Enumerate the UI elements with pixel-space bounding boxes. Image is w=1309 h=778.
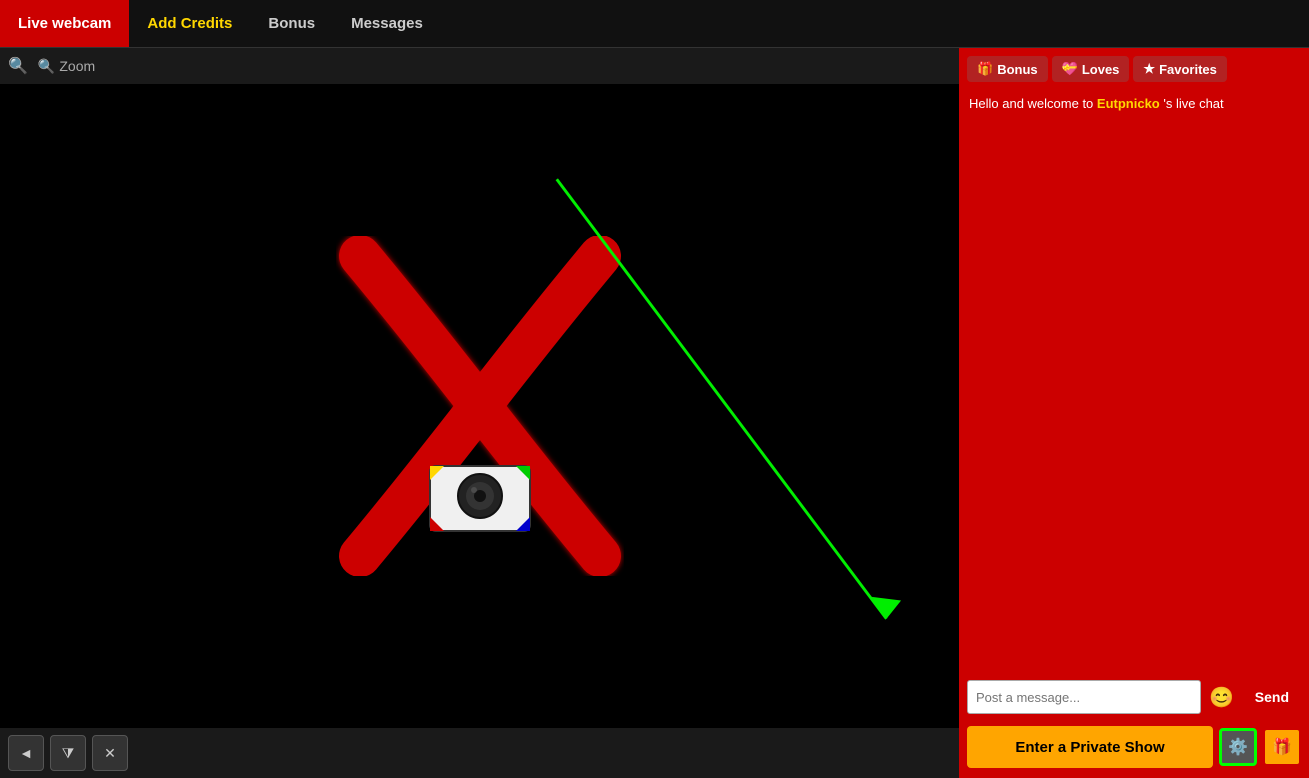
loves-button[interactable]: 💝 Loves bbox=[1052, 56, 1130, 82]
chat-panel: 🎁 Bonus 💝 Loves ★ Favorites Hello and we… bbox=[959, 48, 1309, 778]
chat-input-area: 😊 Send bbox=[959, 674, 1309, 720]
emoji-button[interactable]: 😊 bbox=[1207, 682, 1237, 712]
webcam-logo-icon bbox=[420, 446, 540, 546]
private-show-area: Enter a Private Show ⚙️ 🎁 bbox=[959, 720, 1309, 778]
nav-item-add-credits[interactable]: Add Credits bbox=[129, 0, 250, 47]
nav-item-messages[interactable]: Messages bbox=[333, 0, 441, 47]
chat-username: Eutpnicko bbox=[1097, 96, 1160, 111]
favorites-button[interactable]: ★ Favorites bbox=[1133, 56, 1226, 82]
chat-welcome-message: Hello and welcome to Eutpnicko 's live c… bbox=[959, 90, 1309, 117]
tool-settings-button[interactable]: ⚙️ bbox=[1219, 728, 1257, 766]
send-button[interactable]: Send bbox=[1243, 683, 1301, 711]
top-navigation: Live webcam Add Credits Bonus Messages bbox=[0, 0, 1309, 48]
x-logo bbox=[330, 236, 630, 576]
settings-button[interactable]: ⧩ bbox=[50, 735, 86, 771]
search-icon[interactable]: 🔍 bbox=[8, 56, 28, 76]
main-layout: 🔍 🔍 Zoom bbox=[0, 48, 1309, 778]
rewind-button[interactable]: ◄ bbox=[8, 735, 44, 771]
favorites-icon: ★ bbox=[1143, 61, 1155, 77]
welcome-text: Hello and welcome to bbox=[969, 96, 1097, 111]
chat-top-buttons: 🎁 Bonus 💝 Loves ★ Favorites bbox=[959, 48, 1309, 90]
chat-messages-area[interactable] bbox=[959, 117, 1309, 674]
zoom-search-icon: 🔍 bbox=[38, 58, 55, 75]
gift-button[interactable]: 🎁 bbox=[1263, 728, 1301, 766]
bonus-icon: 🎁 bbox=[977, 61, 993, 77]
nav-item-bonus[interactable]: Bonus bbox=[250, 0, 333, 47]
gift-icon: 🎁 bbox=[1272, 737, 1292, 757]
video-panel: 🔍 🔍 Zoom bbox=[0, 48, 959, 778]
message-input[interactable] bbox=[967, 680, 1201, 714]
video-toolbar: 🔍 🔍 Zoom bbox=[0, 48, 959, 84]
zoom-control[interactable]: 🔍 Zoom bbox=[38, 58, 95, 75]
video-canvas bbox=[0, 84, 959, 728]
bonus-button[interactable]: 🎁 Bonus bbox=[967, 56, 1048, 82]
wrench-gear-icon: ⚙️ bbox=[1228, 737, 1248, 757]
nav-item-live-webcam[interactable]: Live webcam bbox=[0, 0, 129, 47]
private-show-button[interactable]: Enter a Private Show bbox=[967, 726, 1213, 768]
loves-icon: 💝 bbox=[1062, 61, 1078, 77]
welcome-suffix: 's live chat bbox=[1160, 96, 1224, 111]
zoom-label-text: Zoom bbox=[59, 58, 95, 74]
close-button[interactable]: ✕ bbox=[92, 735, 128, 771]
video-bottom-controls: ◄ ⧩ ✕ bbox=[0, 728, 959, 778]
